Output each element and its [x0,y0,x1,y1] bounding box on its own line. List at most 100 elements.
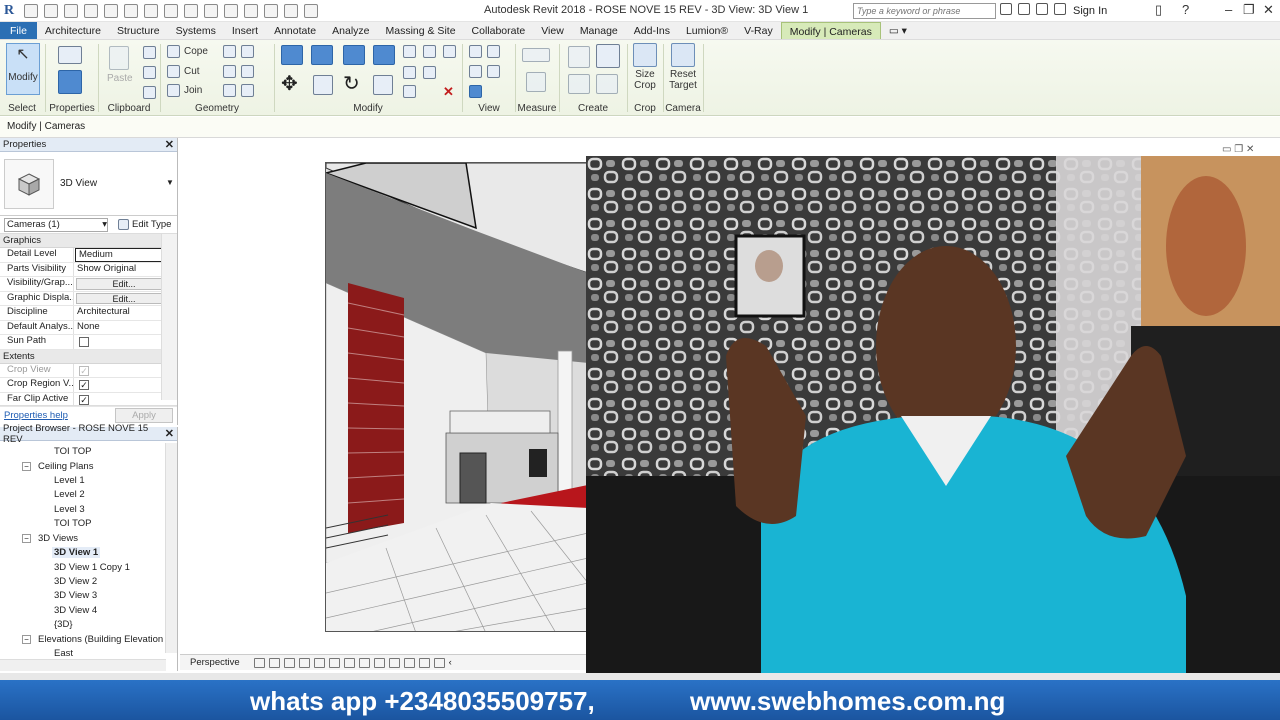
pin-icon[interactable] [443,45,456,58]
unpin-icon[interactable] [423,66,436,79]
crop-region-checkbox[interactable]: ✓ [79,380,89,390]
sign-in-link[interactable]: Sign In [1073,5,1107,17]
minimize-button[interactable]: – [1225,2,1232,17]
tab-annotate[interactable]: Annotate [266,22,324,39]
chevron-down-icon[interactable]: ▼ [166,178,174,187]
tab-insert[interactable]: Insert [224,22,266,39]
section-icon[interactable] [244,3,258,18]
user-icon[interactable] [1054,3,1066,15]
tree-item[interactable]: 3D View 1 Copy 1 [54,562,130,573]
apply-button[interactable]: Apply [115,408,173,423]
measure-icon[interactable] [144,3,158,18]
3d-view-icon[interactable] [224,3,238,18]
cut-clip-icon[interactable] [143,46,156,59]
reveal-hidden-icon[interactable] [388,657,400,668]
create-parts-icon[interactable] [568,74,590,94]
rotate-icon[interactable]: ↻ [343,74,365,95]
edit-profile-icon[interactable] [223,84,236,97]
tree-item[interactable]: TOI TOP [54,518,92,529]
tree-item[interactable]: 3D View 4 [54,605,97,616]
subscription-icon[interactable] [1018,3,1030,15]
dimension-tool-icon[interactable] [526,72,546,92]
tree-item[interactable]: Level 1 [54,475,85,486]
array-icon[interactable] [403,66,416,79]
join-icon[interactable] [167,84,180,97]
shadows-icon[interactable] [298,657,310,668]
cope-icon[interactable] [167,45,180,58]
switch-windows-icon[interactable] [304,3,318,18]
collapse-icon[interactable]: − [22,635,31,644]
tab-collaborate[interactable]: Collaborate [464,22,534,39]
visual-style-icon[interactable] [268,657,280,668]
render-icon[interactable] [313,657,325,668]
properties-icon[interactable] [58,70,82,94]
type-selector[interactable]: 3D View ▼ [0,152,177,216]
tree-item[interactable]: 3D View 3 [54,590,97,601]
sync-icon[interactable] [64,3,78,18]
wall-joins-icon[interactable] [223,65,236,78]
tab-modify-cameras[interactable]: Modify | Cameras [780,22,881,39]
thin-lines-icon[interactable] [264,3,278,18]
cart-icon[interactable]: ▯ [1155,2,1162,18]
collapse-icon[interactable]: − [22,462,31,471]
tab-lumion[interactable]: Lumion® [678,22,736,39]
dimension-icon[interactable] [164,3,178,18]
demolish-icon[interactable] [241,65,254,78]
save-icon[interactable] [44,3,58,18]
tab-analyze[interactable]: Analyze [324,22,377,39]
scale-icon[interactable] [403,85,416,98]
collapse-icon[interactable]: − [22,534,31,543]
chevron-left-icon[interactable]: ‹ [449,657,452,668]
redo-icon[interactable] [104,3,118,18]
tab-vray[interactable]: V-Ray [736,22,781,39]
tree-item[interactable]: Level 3 [54,504,85,515]
paint-icon[interactable] [241,45,254,58]
create-similar-icon[interactable] [596,44,620,68]
close-icon[interactable]: ✕ [165,427,174,440]
cut-icon[interactable] [167,65,180,78]
graphic-display-edit-button[interactable]: Edit... [76,292,169,304]
split-gap-icon[interactable] [423,45,436,58]
ribbon-options-icon[interactable]: ▭ ▾ [881,22,915,39]
hide-isolate-icon[interactable] [373,657,385,668]
tree-item[interactable]: 3D Views [38,533,78,544]
tab-view[interactable]: View [533,22,572,39]
copy-element-icon[interactable] [313,75,333,95]
tag-icon[interactable] [184,3,198,18]
lock-view-icon[interactable] [358,657,370,668]
match-type-icon[interactable] [143,86,156,99]
sun-path-icon[interactable] [283,657,295,668]
search-input[interactable] [853,3,996,19]
tab-systems[interactable]: Systems [168,22,224,39]
analysis-icon[interactable] [403,657,415,668]
binoculars-icon[interactable] [1000,3,1012,15]
select-label[interactable]: Select [0,103,44,114]
open-icon[interactable] [24,3,38,18]
group-extents[interactable]: Extents⇑ [0,349,177,364]
trim-icon[interactable] [373,75,393,95]
tab-architecture[interactable]: Architecture [37,22,109,39]
move-icon[interactable]: ✥ [281,74,303,95]
remove-paint-icon[interactable] [241,84,254,97]
tree-item[interactable]: Ceiling Plans [38,461,93,472]
help-icon[interactable]: ? [1182,2,1189,17]
tree-item[interactable]: Elevations (Building Elevation [38,634,163,645]
create-assembly-icon[interactable] [568,46,590,68]
hide-icon[interactable] [469,65,482,78]
linework-icon[interactable] [487,65,500,78]
close-windows-icon[interactable] [284,3,298,18]
align-icon[interactable] [281,45,303,65]
highlight-icon[interactable] [418,657,430,668]
favorites-icon[interactable] [1036,3,1048,15]
tree-item[interactable]: East [54,648,73,659]
edit-type-button[interactable]: Edit Type [118,219,171,230]
delete-icon[interactable]: ✕ [443,85,456,98]
view-filter-icon[interactable] [469,45,482,58]
text-icon[interactable] [204,3,218,18]
copy-icon[interactable] [143,66,156,79]
browser-vertical-scrollbar[interactable] [165,443,177,653]
temp-props-icon[interactable] [433,657,445,668]
browser-horizontal-scrollbar[interactable] [0,659,166,671]
split-icon[interactable] [403,45,416,58]
cut-label[interactable]: Cut [184,66,200,77]
